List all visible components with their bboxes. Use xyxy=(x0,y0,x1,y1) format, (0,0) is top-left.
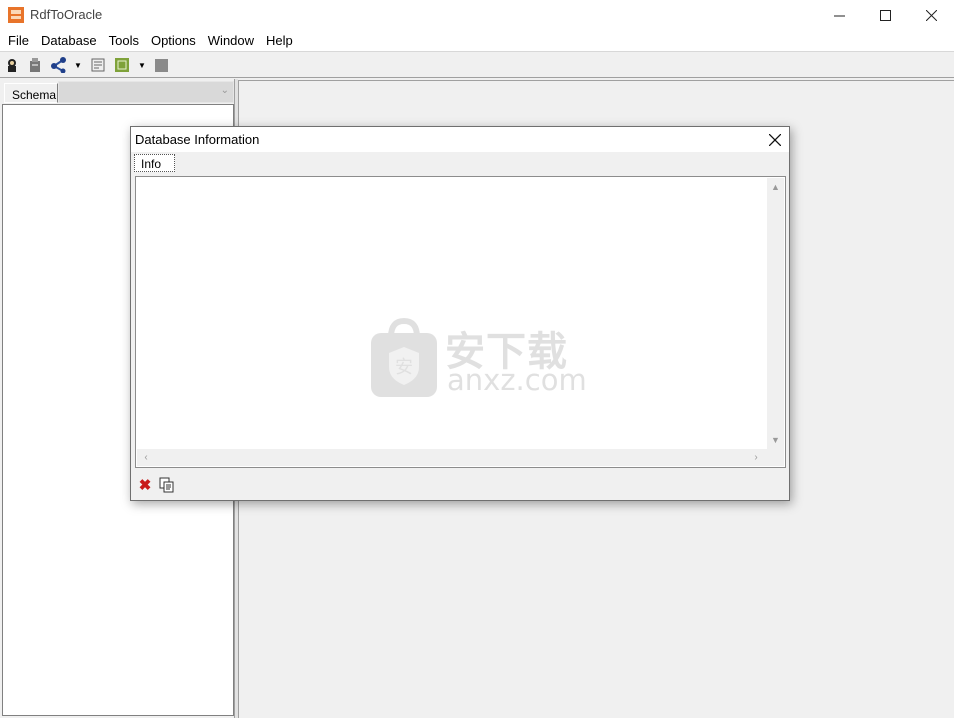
connect-icon xyxy=(8,59,16,72)
minimize-button[interactable] xyxy=(816,0,862,30)
dialog-close-button[interactable] xyxy=(761,127,789,152)
menu-bar: File Database Tools Options Window Help xyxy=(0,30,954,51)
menu-help[interactable]: Help xyxy=(260,30,299,51)
scroll-right-icon[interactable]: › xyxy=(749,449,763,466)
close-button[interactable] xyxy=(908,0,954,30)
schema-network-dropdown[interactable]: ▼ xyxy=(73,56,83,74)
stop-button[interactable] xyxy=(152,56,170,74)
stop-icon xyxy=(155,59,168,72)
scroll-down-icon[interactable]: ▼ xyxy=(767,433,784,447)
dialog-title-bar: Database Information xyxy=(131,127,789,152)
report-button[interactable] xyxy=(89,56,107,74)
export-dropdown[interactable]: ▼ xyxy=(137,56,147,74)
toolbar: ▼ ▼ xyxy=(0,51,954,78)
connect-button[interactable] xyxy=(3,56,21,74)
title-bar: RdfToOracle xyxy=(0,0,954,30)
tab-info[interactable]: Info xyxy=(134,154,175,172)
menu-file[interactable]: File xyxy=(2,30,35,51)
menu-window[interactable]: Window xyxy=(202,30,260,51)
dialog-title: Database Information xyxy=(135,132,260,147)
scroll-left-icon[interactable]: ‹ xyxy=(139,449,153,466)
database-information-dialog: Database Information Info ▲ ▼ ‹ › ✖ 安 安下… xyxy=(130,126,790,501)
menu-tools[interactable]: Tools xyxy=(103,30,145,51)
disconnect-icon xyxy=(30,58,40,72)
scroll-up-icon[interactable]: ▲ xyxy=(767,180,784,194)
schema-select[interactable]: ⌄ xyxy=(58,81,234,103)
copy-icon xyxy=(159,477,174,493)
minimize-icon xyxy=(833,15,845,16)
menu-options[interactable]: Options xyxy=(145,30,202,51)
menu-database[interactable]: Database xyxy=(35,30,103,51)
maximize-icon xyxy=(879,9,891,21)
info-text-area[interactable]: ▲ ▼ ‹ › xyxy=(135,176,786,468)
tab-schema[interactable]: Schema xyxy=(4,83,58,103)
vertical-scrollbar[interactable]: ▲ ▼ xyxy=(767,178,784,449)
copy-button[interactable] xyxy=(158,476,176,494)
maximize-button[interactable] xyxy=(862,0,908,30)
scrollbar-corner xyxy=(767,449,784,466)
close-icon xyxy=(925,9,937,21)
schema-network-icon xyxy=(51,57,66,73)
clear-button[interactable]: ✖ xyxy=(136,476,154,494)
window-title: RdfToOracle xyxy=(30,7,103,22)
app-icon xyxy=(8,7,24,23)
report-icon xyxy=(91,58,105,72)
chevron-down-icon: ⌄ xyxy=(220,85,229,96)
export-icon xyxy=(115,58,129,72)
clear-icon: ✖ xyxy=(138,477,152,494)
horizontal-scrollbar[interactable]: ‹ › xyxy=(137,449,767,466)
schema-network-button[interactable] xyxy=(50,56,68,74)
export-button[interactable] xyxy=(113,56,131,74)
disconnect-button[interactable] xyxy=(26,56,44,74)
close-icon xyxy=(769,133,781,146)
